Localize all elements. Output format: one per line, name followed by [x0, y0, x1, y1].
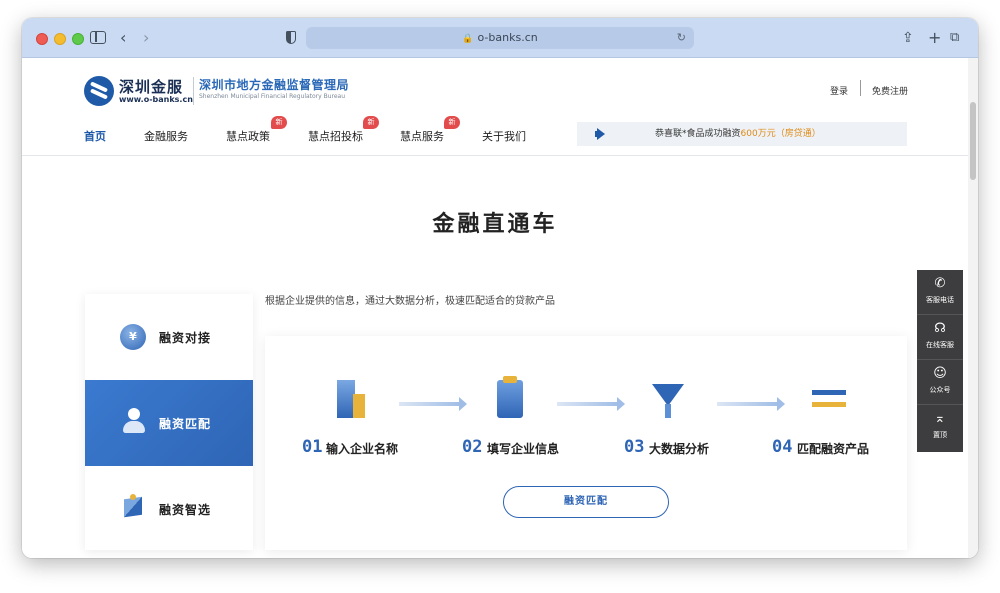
notice-product: （房贷通） — [775, 129, 821, 139]
back-to-top-icon: ⌅ — [934, 411, 946, 426]
step-label: 大数据分析 — [649, 442, 710, 456]
flow-arrow-icon — [557, 397, 625, 411]
nav-item-policy[interactable]: 慧点政策 — [226, 128, 270, 144]
financing-match-button[interactable]: 融资匹配 — [503, 486, 669, 518]
wechat-icon: ☺ — [933, 366, 947, 381]
side-menu-item-financing-connect[interactable]: ¥ 融资对接 — [85, 294, 253, 380]
zoom-window-button[interactable] — [72, 33, 84, 45]
notice-amount: 600万元 — [740, 129, 776, 139]
float-item-back-to-top[interactable]: ⌅ 置顶 — [917, 405, 963, 450]
side-menu: ¥ 融资对接 融资匹配 融资智选 — [85, 294, 253, 550]
floating-contact-panel: ✆ 客服电话 ☊ 在线客服 ☺ 公众号 ⌅ 置顶 — [917, 270, 963, 452]
yen-icon: ¥ — [120, 324, 146, 350]
lock-icon: 🔒 — [462, 34, 474, 44]
nav-item-service[interactable]: 慧点服务 — [400, 128, 444, 144]
minimize-window-button[interactable] — [54, 33, 66, 45]
new-badge: 新 — [271, 116, 287, 129]
step-label: 填写企业信息 — [487, 442, 560, 456]
register-link[interactable]: 免费注册 — [872, 84, 908, 97]
sidebar-toggle-icon[interactable] — [90, 31, 106, 44]
privacy-shield-icon[interactable] — [286, 31, 296, 44]
speaker-icon — [595, 128, 603, 140]
clipboard-icon — [493, 376, 529, 420]
logo-url: www.o-banks.cn — [119, 95, 193, 104]
side-menu-label: 融资智选 — [159, 503, 212, 517]
step-label: 输入企业名称 — [326, 442, 399, 456]
tab-overview-icon[interactable]: ⧉ — [950, 28, 959, 48]
person-icon — [121, 408, 147, 436]
float-item-online-service[interactable]: ☊ 在线客服 — [917, 315, 963, 360]
float-item-phone[interactable]: ✆ 客服电话 — [917, 270, 963, 315]
step-number: 03 — [624, 437, 645, 457]
flow-arrow-icon — [399, 397, 467, 411]
close-window-button[interactable] — [36, 33, 48, 45]
step-number: 02 — [462, 437, 483, 457]
flow-arrow-icon — [717, 397, 785, 411]
step-number: 01 — [302, 437, 323, 457]
nav-item-bidding[interactable]: 慧点招投标 — [308, 128, 363, 144]
back-icon[interactable]: ‹ — [120, 28, 126, 48]
building-icon — [333, 376, 369, 420]
transfer-icon — [810, 376, 846, 420]
logo-divider — [193, 77, 194, 105]
phone-icon: ✆ — [934, 276, 946, 291]
address-bar[interactable]: 🔒 o-banks.cn ↻ — [306, 27, 694, 49]
steps-card: 01 输入企业名称 02 填写企业信息 03 大数据分析 04 匹配融资产品 融… — [265, 336, 907, 550]
notice-text: 恭喜联*食品成功融资600万元（房贷通） — [655, 129, 821, 139]
logo-title[interactable]: 深圳金服 — [119, 76, 183, 97]
reload-icon[interactable]: ↻ — [677, 27, 686, 49]
funnel-icon — [650, 376, 686, 420]
new-badge: 新 — [363, 116, 379, 129]
notice-bar[interactable]: 恭喜联*食品成功融资600万元（房贷通） — [577, 122, 907, 146]
step-number: 04 — [772, 437, 793, 457]
side-menu-label: 融资对接 — [159, 331, 212, 345]
side-menu-label: 融资匹配 — [159, 417, 212, 431]
bureau-name-en: Shenzhen Municipal Financial Regulatory … — [199, 93, 346, 100]
intro-text: 根据企业提供的信息，通过大数据分析，极速匹配适合的贷款产品 — [265, 296, 555, 307]
float-label: 置顶 — [933, 431, 947, 439]
side-menu-item-financing-match[interactable]: 融资匹配 — [85, 380, 253, 466]
login-link[interactable]: 登录 — [830, 84, 848, 97]
section-title: 金融直通车 — [432, 211, 558, 237]
step-label: 匹配融资产品 — [797, 442, 870, 456]
url-text: o-banks.cn — [477, 31, 538, 44]
float-item-wechat[interactable]: ☺ 公众号 — [917, 360, 963, 405]
site-logo-icon[interactable] — [84, 76, 114, 106]
float-label: 公众号 — [929, 386, 951, 394]
share-icon[interactable]: ⇪ — [902, 28, 914, 48]
nav-item-financial-services[interactable]: 金融服务 — [144, 128, 188, 144]
new-tab-icon[interactable]: + — [928, 28, 941, 48]
headset-icon: ☊ — [934, 321, 946, 336]
site-header: 深圳金服 www.o-banks.cn 深圳市地方金融监督管理局 Shenzhe… — [22, 58, 968, 156]
nav-item-home[interactable]: 首页 — [84, 128, 106, 144]
nav-item-about[interactable]: 关于我们 — [482, 128, 526, 144]
web-page: 深圳金服 www.o-banks.cn 深圳市地方金融监督管理局 Shenzhe… — [22, 58, 978, 558]
browser-toolbar: ‹ › 🔒 o-banks.cn ↻ ⇪ + ⧉ — [22, 18, 978, 58]
bureau-name: 深圳市地方金融监督管理局 — [199, 78, 350, 92]
cube-icon — [121, 494, 145, 520]
float-label: 在线客服 — [926, 341, 954, 349]
new-badge: 新 — [444, 116, 460, 129]
forward-icon[interactable]: › — [143, 28, 149, 48]
side-menu-item-smart-select[interactable]: 融资智选 — [85, 466, 253, 552]
auth-divider — [860, 80, 861, 96]
scrollbar-thumb[interactable] — [970, 102, 976, 180]
float-label: 客服电话 — [926, 296, 954, 304]
page-scrollbar[interactable] — [968, 58, 978, 558]
browser-window: ‹ › 🔒 o-banks.cn ↻ ⇪ + ⧉ 深圳金服 www.o-banks… — [22, 18, 978, 558]
